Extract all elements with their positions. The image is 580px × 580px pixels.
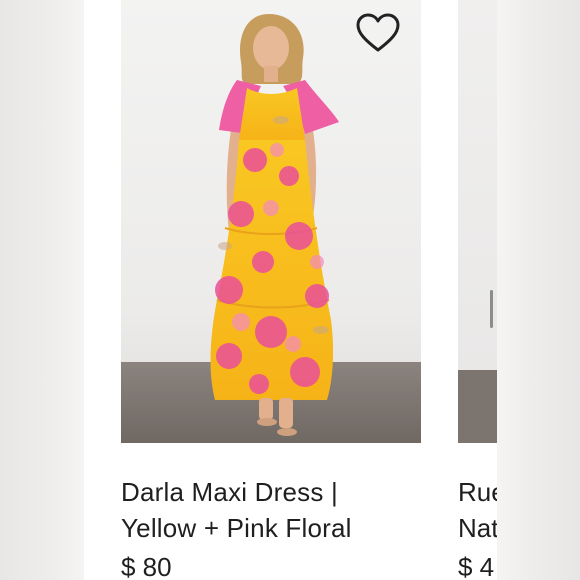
product-carousel[interactable]: Darla Maxi Dress | Yellow + Pink Floral …	[84, 0, 497, 580]
product-name-next[interactable]: Rue Nat	[458, 474, 497, 546]
product-name-line-2[interactable]: Yellow + Pink Floral	[121, 510, 421, 546]
product-name-next-line-1[interactable]: Rue	[458, 474, 497, 510]
product-image-next[interactable]	[458, 0, 497, 443]
product-name-next-line-2[interactable]: Nat	[458, 510, 497, 546]
heart-outline-icon[interactable]	[355, 12, 401, 54]
blurred-background-left	[0, 0, 84, 580]
blurred-background-right	[497, 0, 580, 580]
floor-next	[458, 370, 497, 443]
product-price: $ 80	[121, 552, 172, 580]
product-name-line-1[interactable]: Darla Maxi Dress |	[121, 474, 421, 510]
scrollbar-thumb[interactable]	[490, 290, 493, 328]
product-image[interactable]	[121, 0, 421, 443]
model-in-dress	[210, 14, 339, 436]
product-name[interactable]: Darla Maxi Dress | Yellow + Pink Floral	[121, 474, 421, 546]
product-price-next: $ 4	[458, 552, 495, 580]
